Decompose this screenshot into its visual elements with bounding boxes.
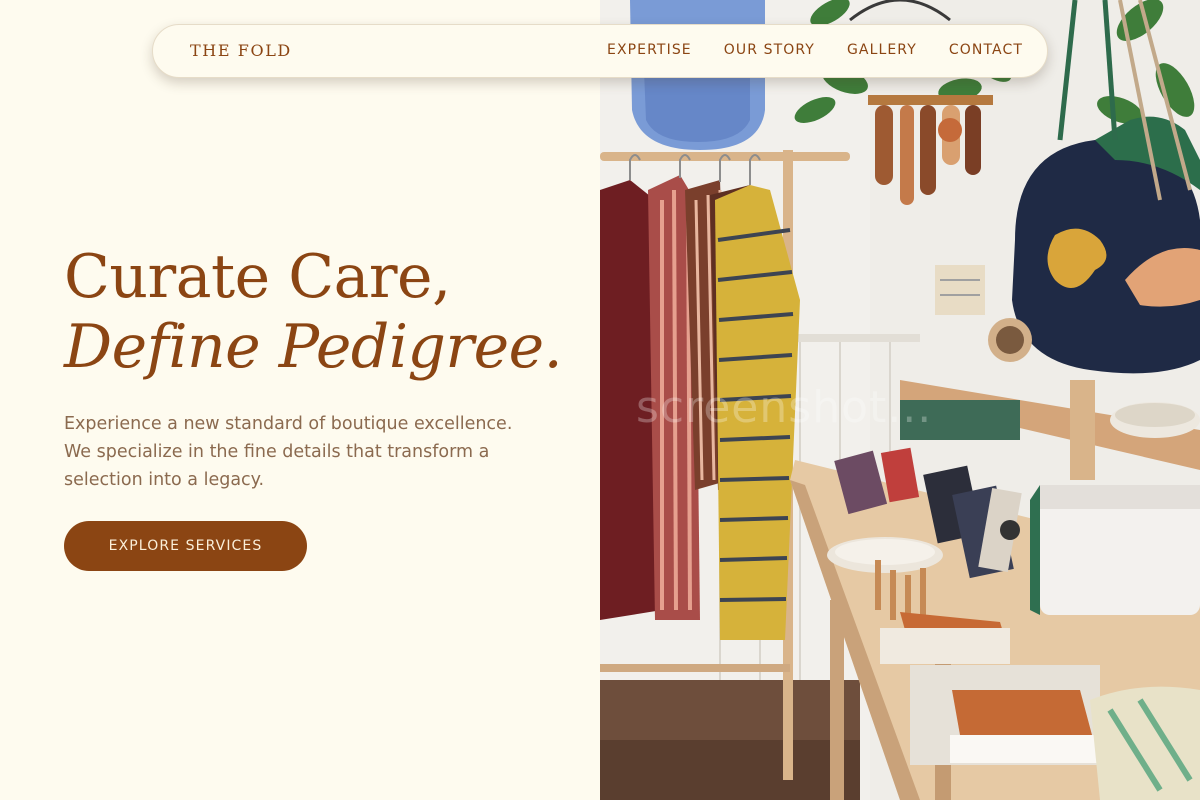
headline-line-1: Curate Care, [64,242,451,312]
hero-section: Curate Care, Define Pedigree. Experience… [0,0,600,800]
hero-description: Experience a new standard of boutique ex… [64,414,513,490]
nav-link-our-story[interactable]: OUR STORY [724,42,815,58]
nav-link-expertise[interactable]: EXPERTISE [607,42,692,58]
boutique-photo: screenshot... [600,0,1200,800]
nav-link-contact[interactable]: CONTACT [949,42,1023,58]
image-watermark: screenshot... [636,382,933,433]
headline-line-2: Define Pedigree. [64,312,563,382]
hero-headline: Curate Care, Define Pedigree. [64,242,563,382]
explore-services-button[interactable]: EXPLORE SERVICES [64,521,307,571]
nav-links: EXPERTISE OUR STORY GALLERY CONTACT [575,42,1023,58]
nav-link-gallery[interactable]: GALLERY [847,42,917,58]
top-nav-bar: THE FOLD EXPERTISE OUR STORY GALLERY CON… [152,24,1048,78]
brand-logo[interactable]: THE FOLD [190,41,292,60]
